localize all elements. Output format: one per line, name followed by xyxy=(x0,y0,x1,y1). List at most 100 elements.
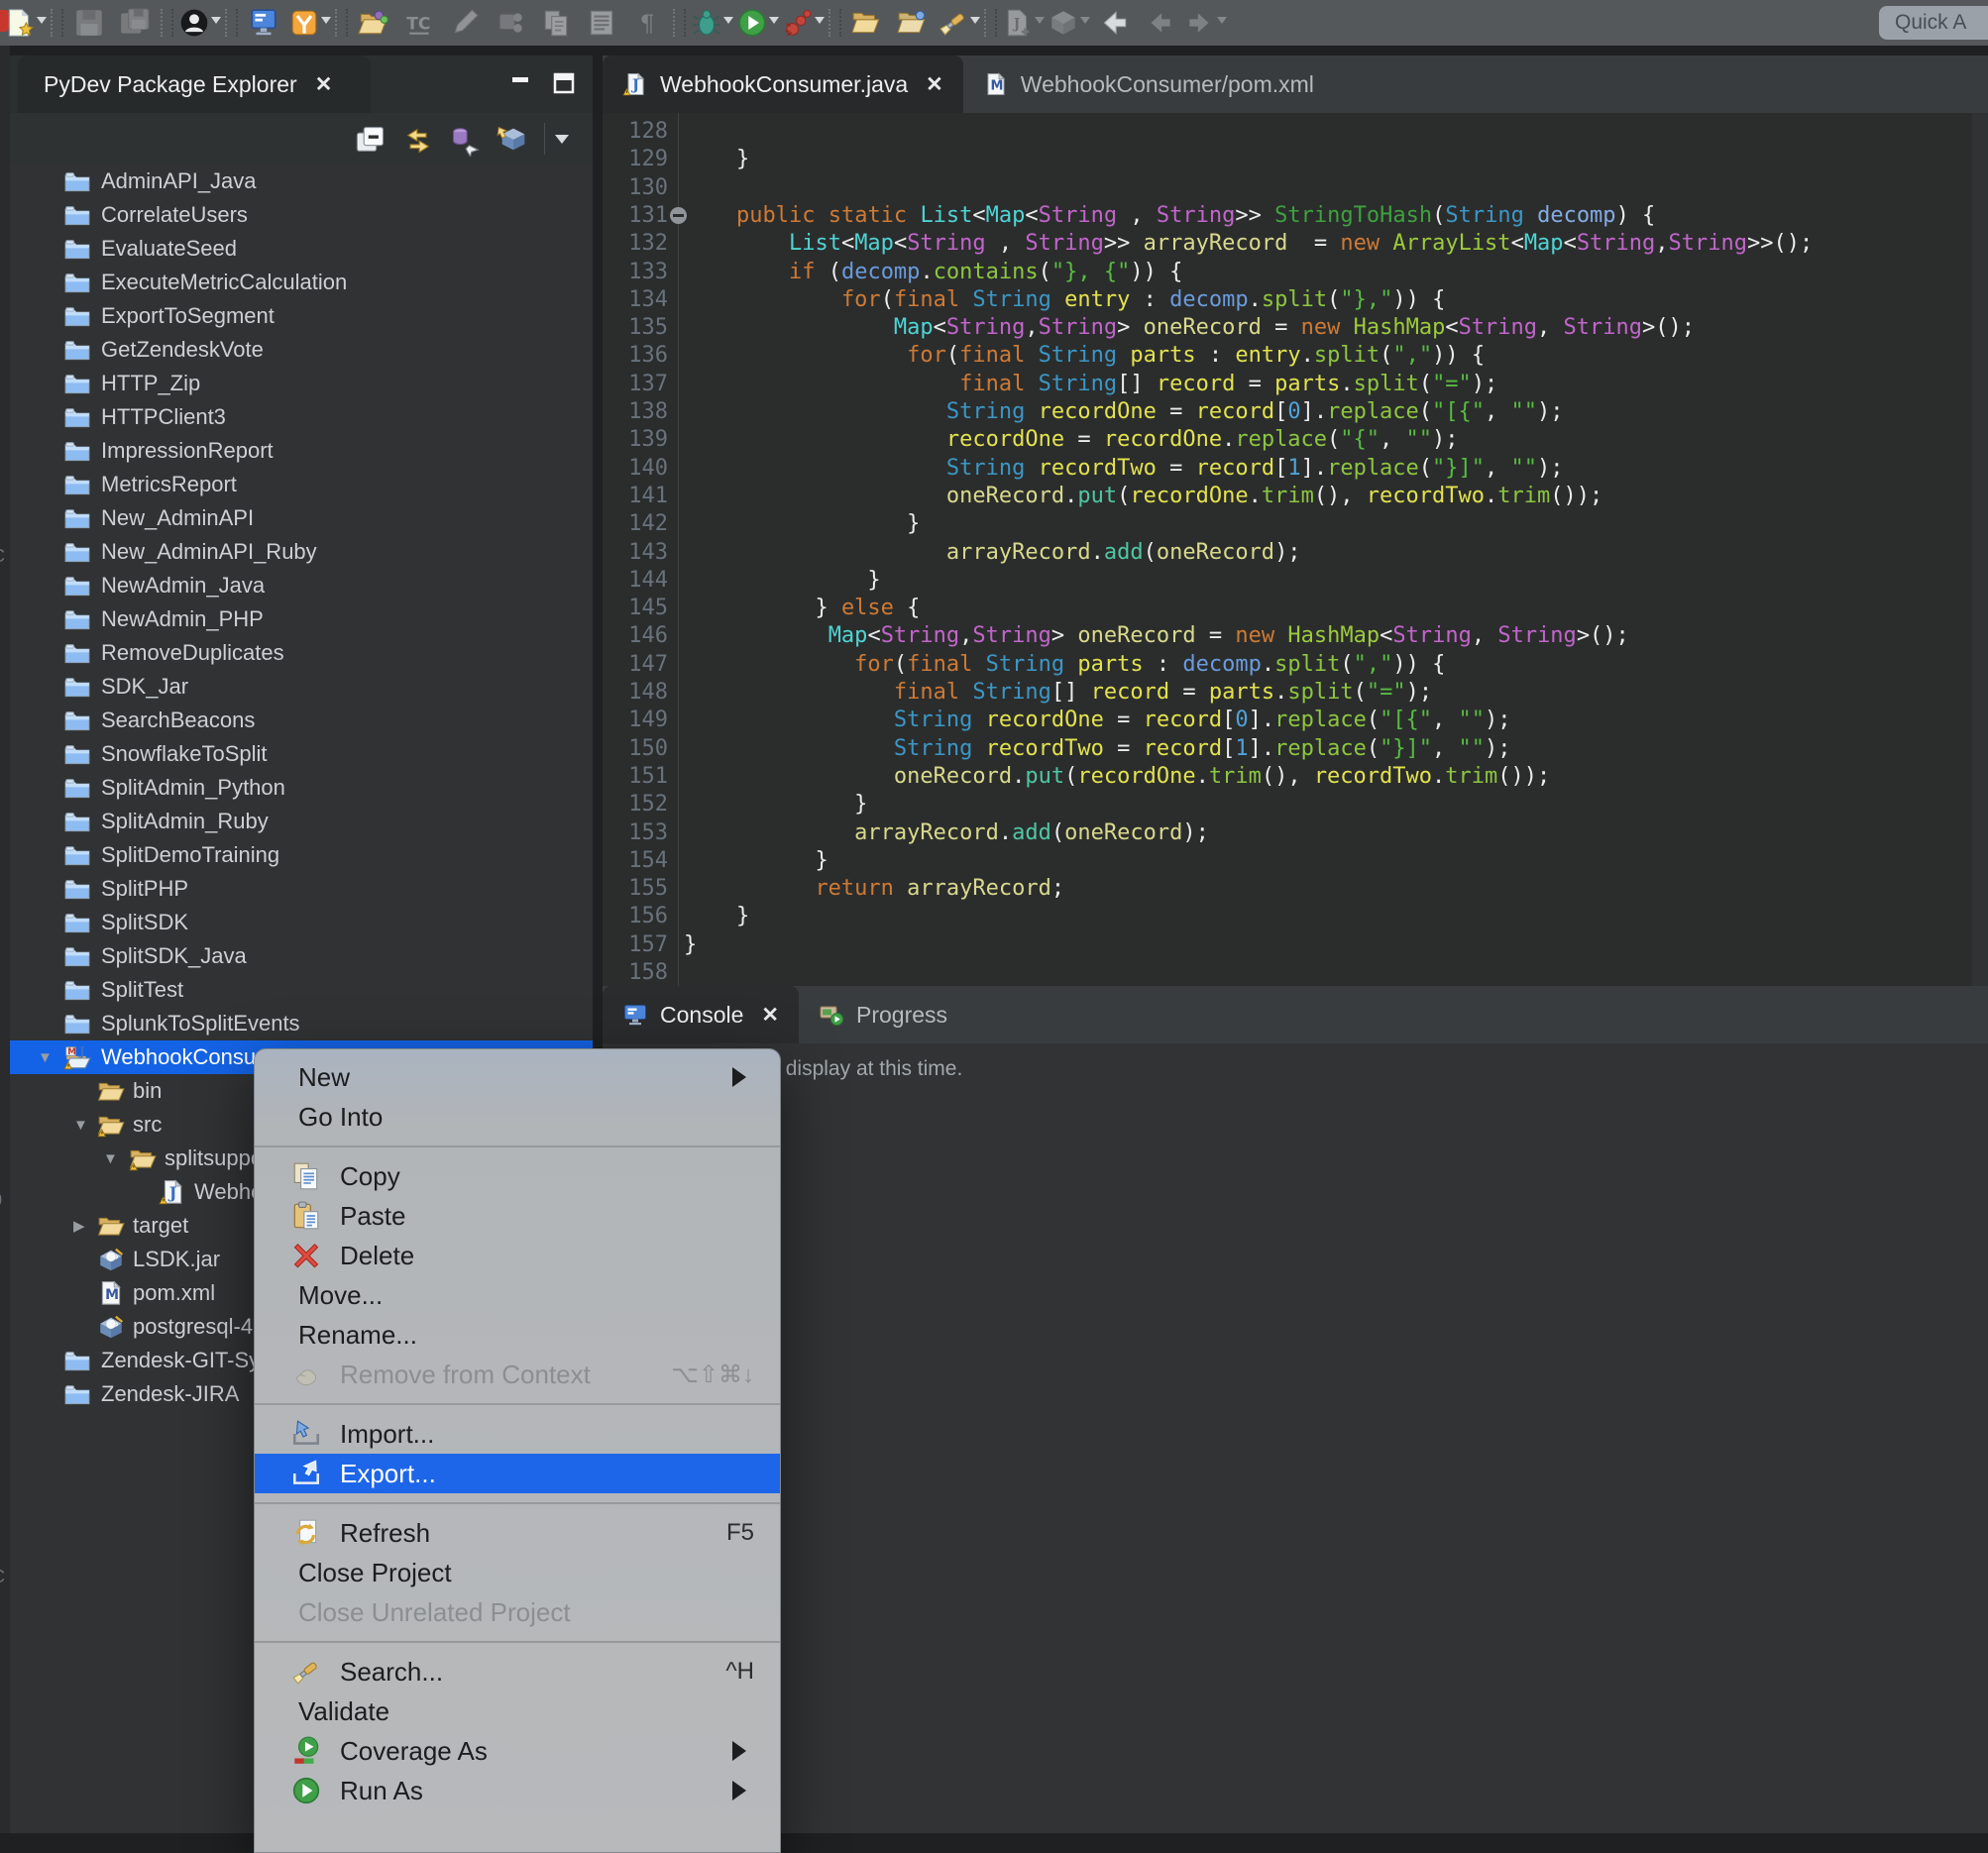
console-body: No consoles to display at this time. xyxy=(603,1043,1988,1833)
overview-ruler[interactable] xyxy=(1972,113,1988,986)
collapse-arrow-icon[interactable]: ▼ xyxy=(73,1117,88,1134)
highlight-button[interactable] xyxy=(936,3,981,43)
tree-item-splitdemotraining[interactable]: SplitDemoTraining xyxy=(10,838,593,872)
menu-item-move[interactable]: Move... xyxy=(255,1275,780,1315)
line-number: 138 xyxy=(603,397,668,426)
collapse-all-icon[interactable] xyxy=(354,123,387,155)
close-icon[interactable]: ✕ xyxy=(926,72,943,97)
menu-item-export[interactable]: Export... xyxy=(255,1454,780,1493)
back-bold-button[interactable] xyxy=(1091,3,1137,43)
tree-item-executemetriccalculation[interactable]: ExecuteMetricCalculation xyxy=(10,266,593,299)
collapse-arrow-icon[interactable]: ▼ xyxy=(103,1150,118,1167)
menu-item-coverage-as[interactable]: Coverage As xyxy=(255,1731,780,1771)
tree-item-splittest[interactable]: SplitTest xyxy=(10,973,593,1007)
console-tab-progress[interactable]: Progress xyxy=(799,986,967,1043)
menu-item-delete[interactable]: Delete xyxy=(255,1236,780,1275)
show-selected-icon[interactable] xyxy=(449,123,483,155)
run-button[interactable] xyxy=(734,3,780,43)
profile-button[interactable] xyxy=(780,3,826,43)
menu-item-new[interactable]: New xyxy=(255,1057,780,1097)
fold-collapse-icon[interactable] xyxy=(670,207,687,224)
tree-item-removeduplicates[interactable]: RemoveDuplicates xyxy=(10,636,593,670)
editor-tab-webhookconsumer-java[interactable]: JWebhookConsumer.java✕ xyxy=(603,55,963,113)
open-type-icon xyxy=(851,7,883,39)
editor-tab-webhookconsumer-pom-xml[interactable]: MWebhookConsumer/pom.xml xyxy=(963,55,1334,113)
tree-item-evaluateseed[interactable]: EvaluateSeed xyxy=(10,232,593,266)
tree-item-getzendeskvote[interactable]: GetZendeskVote xyxy=(10,333,593,367)
editor-tab-label: WebhookConsumer.java xyxy=(660,71,908,98)
quick-access-box[interactable]: Quick A xyxy=(1879,6,1988,40)
open-run-config-button[interactable] xyxy=(351,3,396,43)
tree-item-splitsdk[interactable]: SplitSDK xyxy=(10,906,593,939)
menu-item-refresh[interactable]: RefreshF5 xyxy=(255,1513,780,1553)
menu-item-close-project[interactable]: Close Project xyxy=(255,1553,780,1592)
tree-item-new-adminapi-ruby[interactable]: New_AdminAPI_Ruby xyxy=(10,535,593,569)
chevron-down-icon[interactable] xyxy=(211,17,221,29)
tree-item-splitadmin-ruby[interactable]: SplitAdmin_Ruby xyxy=(10,805,593,838)
tree-item-splunktosplitevents[interactable]: SplunkToSplitEvents xyxy=(10,1007,593,1040)
new-package-button xyxy=(1046,3,1091,43)
refresh-icon xyxy=(290,1517,322,1549)
console-tab-console[interactable]: Console✕ xyxy=(603,986,799,1043)
folder-closed-icon xyxy=(63,505,91,531)
tree-item-splitadmin-python[interactable]: SplitAdmin_Python xyxy=(10,771,593,805)
menu-item-import[interactable]: Import... xyxy=(255,1414,780,1454)
menu-item-validate[interactable]: Validate xyxy=(255,1691,780,1731)
open-resource-button[interactable] xyxy=(890,3,936,43)
console-view-button[interactable] xyxy=(241,3,286,43)
menu-item-copy[interactable]: Copy xyxy=(255,1156,780,1196)
tree-item-correlateusers[interactable]: CorrelateUsers xyxy=(10,198,593,232)
tree-item-snowflaketosplit[interactable]: SnowflakeToSplit xyxy=(10,737,593,771)
line-number: 150 xyxy=(603,734,668,763)
view-menu-chevron-icon[interactable] xyxy=(544,123,579,155)
tree-item-exporttosegment[interactable]: ExportToSegment xyxy=(10,299,593,333)
tree-item-newadmin-php[interactable]: NewAdmin_PHP xyxy=(10,602,593,636)
chevron-down-icon[interactable] xyxy=(723,17,733,29)
tree-item-httpclient3[interactable]: HTTPClient3 xyxy=(10,400,593,434)
code-viewport[interactable]: 128129}130131public static List<Map<Stri… xyxy=(603,113,1988,986)
close-icon[interactable]: ✕ xyxy=(315,72,333,97)
collapse-arrow-icon[interactable]: ▼ xyxy=(38,1049,53,1066)
menu-item-go-into[interactable]: Go Into xyxy=(255,1097,780,1137)
code-line-134: for(final String entry : decomp.split("}… xyxy=(841,285,1445,314)
line-number: 153 xyxy=(603,818,668,847)
tree-item-splitphp[interactable]: SplitPHP xyxy=(10,872,593,906)
menu-item-search[interactable]: Search...^H xyxy=(255,1652,780,1691)
tree-item-impressionreport[interactable]: ImpressionReport xyxy=(10,434,593,468)
forward-icon xyxy=(1184,7,1216,39)
expand-arrow-icon[interactable]: ▶ xyxy=(73,1217,85,1235)
menu-item-rename[interactable]: Rename... xyxy=(255,1315,780,1355)
folder-closed-icon xyxy=(63,539,91,565)
tree-item-label: HTTPClient3 xyxy=(101,404,226,430)
checkstyle-button[interactable] xyxy=(286,3,332,43)
tree-item-sdk-jar[interactable]: SDK_Jar xyxy=(10,670,593,704)
tree-item-splitsdk-java[interactable]: SplitSDK_Java xyxy=(10,939,593,973)
focus-view-icon[interactable] xyxy=(497,123,530,155)
user-profile-button[interactable] xyxy=(176,3,222,43)
chevron-down-icon[interactable] xyxy=(321,17,331,29)
chevron-down-icon[interactable] xyxy=(970,17,980,29)
link-with-editor-icon[interactable] xyxy=(401,123,435,155)
new-wizard-button[interactable] xyxy=(2,3,48,43)
tree-item-metricsreport[interactable]: MetricsReport xyxy=(10,468,593,501)
tree-item-adminapi-java[interactable]: AdminAPI_Java xyxy=(10,164,593,198)
maximize-button[interactable] xyxy=(549,69,579,97)
chevron-down-icon[interactable] xyxy=(769,17,779,29)
chevron-down-icon[interactable] xyxy=(37,17,47,29)
menu-item-label: Delete xyxy=(340,1241,414,1271)
tab-pydev-package-explorer[interactable]: PyDev Package Explorer ✕ xyxy=(18,55,371,113)
chevron-down-icon[interactable] xyxy=(815,17,825,29)
menu-item-run-as[interactable]: Run As xyxy=(255,1771,780,1810)
debug-button[interactable] xyxy=(689,3,734,43)
minimize-button[interactable] xyxy=(505,69,535,97)
folder-closed-icon xyxy=(63,708,91,733)
close-icon[interactable]: ✕ xyxy=(761,1003,779,1028)
menu-item-paste[interactable]: Paste xyxy=(255,1196,780,1236)
tree-item-new-adminapi[interactable]: New_AdminAPI xyxy=(10,501,593,535)
jar-file-icon xyxy=(97,1247,125,1272)
tree-item-label: RemoveDuplicates xyxy=(101,640,284,666)
open-type-button[interactable] xyxy=(844,3,890,43)
tree-item-newadmin-java[interactable]: NewAdmin_Java xyxy=(10,569,593,602)
tree-item-searchbeacons[interactable]: SearchBeacons xyxy=(10,704,593,737)
tree-item-http-zip[interactable]: HTTP_Zip xyxy=(10,367,593,400)
